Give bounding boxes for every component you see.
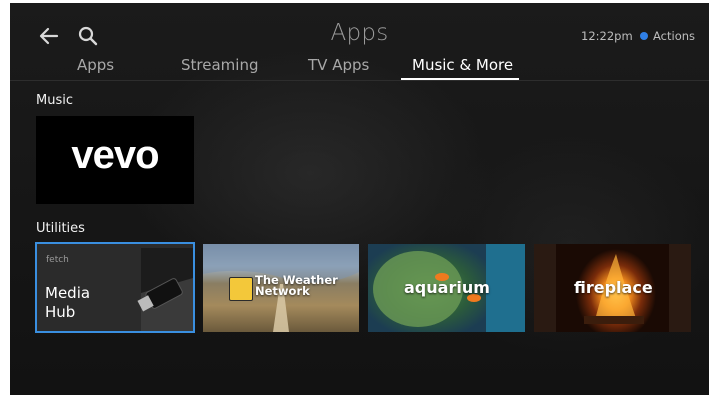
media-hub-tile[interactable]: fetch Media Hub [35, 242, 195, 333]
weather-network-label: The Weather Network [255, 274, 338, 298]
section-title-utilities: Utilities [36, 221, 85, 236]
media-hub-title: Media Hub [45, 284, 90, 322]
clock: 12:22pm [581, 29, 633, 43]
weather-network-line2: Network [255, 284, 310, 298]
dot-icon [640, 32, 648, 40]
section-title-music: Music [36, 93, 73, 108]
aquarium-tile[interactable]: aquarium [368, 244, 525, 332]
header: Apps 12:22pm Actions Apps Streaming TV A… [10, 3, 709, 81]
header-divider [10, 80, 709, 81]
tv-screen: Apps 12:22pm Actions Apps Streaming TV A… [10, 3, 709, 395]
tab-streaming[interactable]: Streaming [181, 56, 258, 74]
media-hub-line1: Media [45, 284, 91, 302]
vevo-logo: vevo [71, 133, 159, 177]
tab-tv-apps[interactable]: TV Apps [308, 56, 369, 74]
fetch-brand-label: fetch [46, 255, 69, 265]
media-hub-line2: Hub [45, 303, 76, 321]
aquarium-label: aquarium [404, 278, 490, 297]
vevo-tile[interactable]: vevo [36, 116, 194, 204]
actions-label: Actions [653, 29, 696, 43]
usb-drive-icon [137, 248, 193, 331]
fireplace-label: fireplace [574, 278, 653, 297]
tab-bar: Apps Streaming TV Apps Music & More [10, 53, 709, 81]
tab-music-and-more[interactable]: Music & More [412, 56, 513, 74]
fireplace-tile[interactable]: fireplace [534, 244, 691, 332]
weather-network-tile[interactable]: The Weather Network [203, 244, 359, 332]
weather-network-logo-icon [229, 277, 253, 301]
tab-apps[interactable]: Apps [77, 56, 114, 74]
actions-button[interactable]: Actions [640, 29, 695, 43]
